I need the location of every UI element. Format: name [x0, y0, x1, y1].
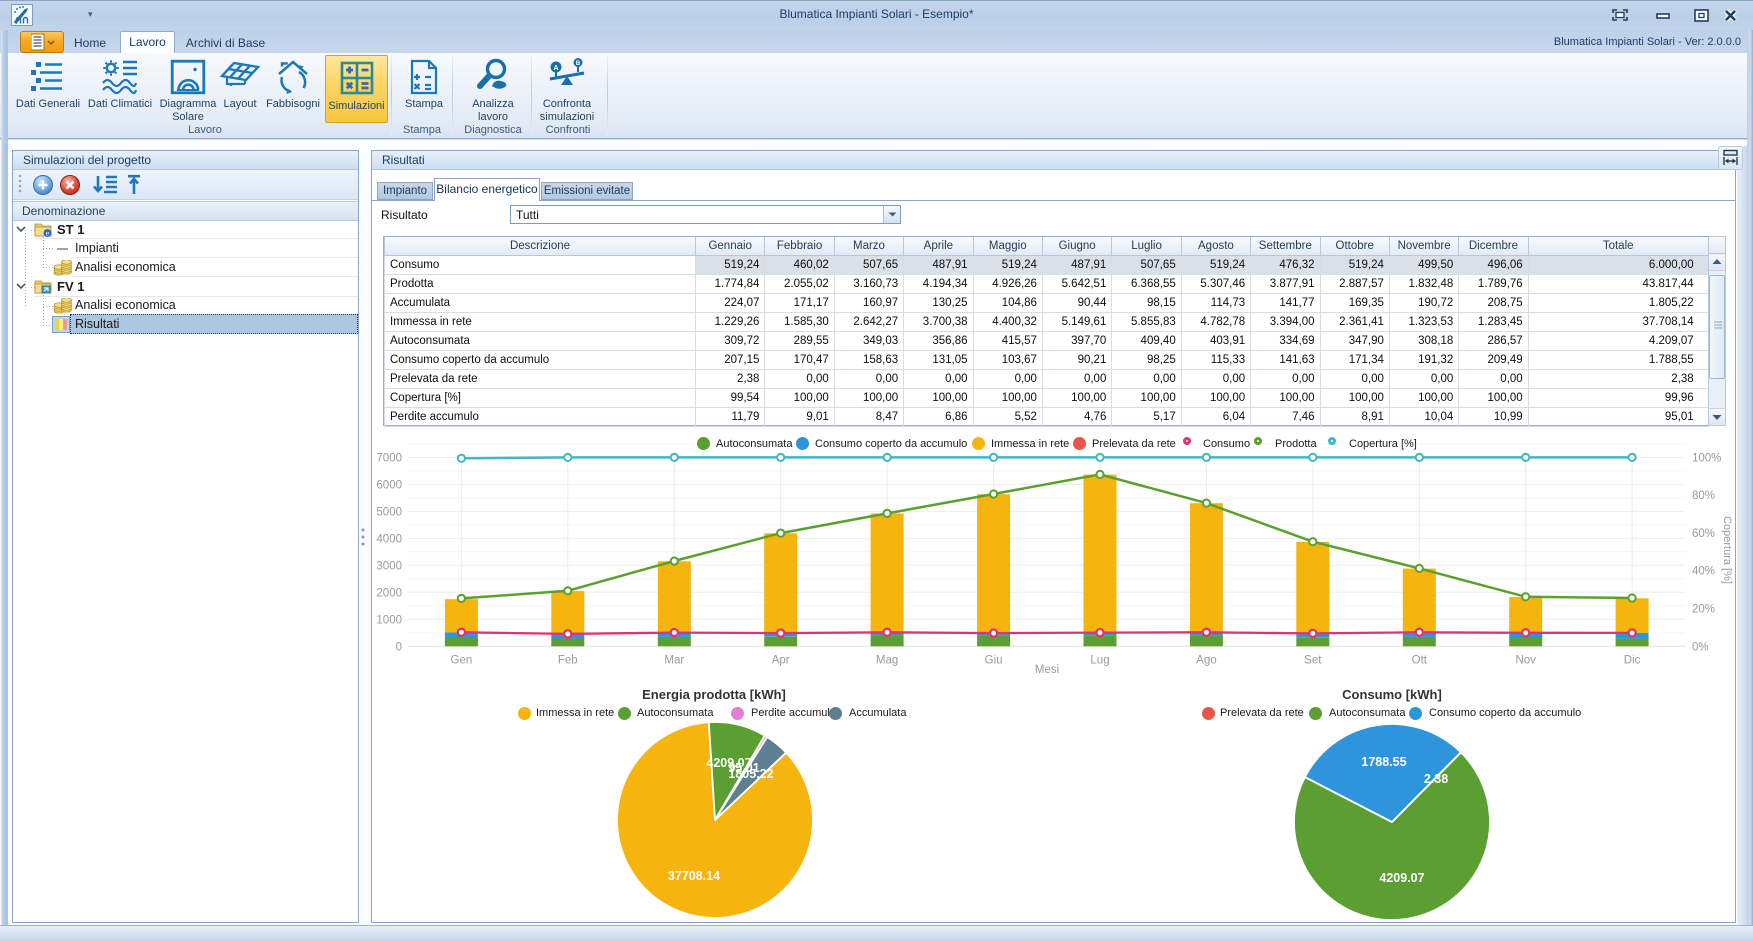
svg-text:B: B	[576, 61, 581, 67]
svg-text:60%: 60%	[1692, 528, 1715, 540]
svg-text:0: 0	[396, 641, 402, 653]
svg-text:Mar: Mar	[664, 655, 684, 667]
svg-text:Ott: Ott	[1412, 655, 1428, 667]
svg-text:2000: 2000	[376, 587, 402, 599]
svg-text:A: A	[553, 65, 558, 72]
svg-text:4000: 4000	[376, 533, 402, 545]
svg-text:1788.55: 1788.55	[1361, 755, 1406, 769]
svg-text:Apr: Apr	[772, 655, 790, 667]
svg-text:40%: 40%	[1692, 566, 1715, 578]
svg-text:1000: 1000	[376, 614, 402, 626]
svg-text:2.38: 2.38	[1424, 772, 1448, 786]
svg-text:Nov: Nov	[1515, 655, 1536, 667]
svg-text:Lug: Lug	[1090, 655, 1109, 667]
svg-text:Gen: Gen	[451, 655, 473, 667]
svg-text:80%: 80%	[1692, 490, 1715, 502]
svg-text:7000: 7000	[376, 452, 402, 464]
svg-text:5000: 5000	[376, 506, 402, 518]
svg-text:1805.22: 1805.22	[728, 767, 773, 781]
svg-text:37708.14: 37708.14	[668, 869, 720, 883]
svg-text:6000: 6000	[376, 479, 402, 491]
svg-text:Giu: Giu	[985, 655, 1003, 667]
svg-text:0%: 0%	[1692, 641, 1709, 653]
svg-text:Mag: Mag	[876, 655, 898, 667]
svg-text:3000: 3000	[376, 560, 402, 572]
svg-text:Copertura [%]: Copertura [%]	[1721, 516, 1733, 584]
svg-text:100%: 100%	[1692, 452, 1721, 464]
svg-text:20%: 20%	[1692, 604, 1715, 616]
svg-text:Dic: Dic	[1624, 655, 1641, 667]
svg-text:Ago: Ago	[1196, 655, 1216, 667]
svg-text:Mesi: Mesi	[1035, 664, 1059, 676]
svg-text:Set: Set	[1304, 655, 1322, 667]
svg-text:Feb: Feb	[558, 655, 578, 667]
svg-text:4209.07: 4209.07	[1379, 871, 1424, 885]
